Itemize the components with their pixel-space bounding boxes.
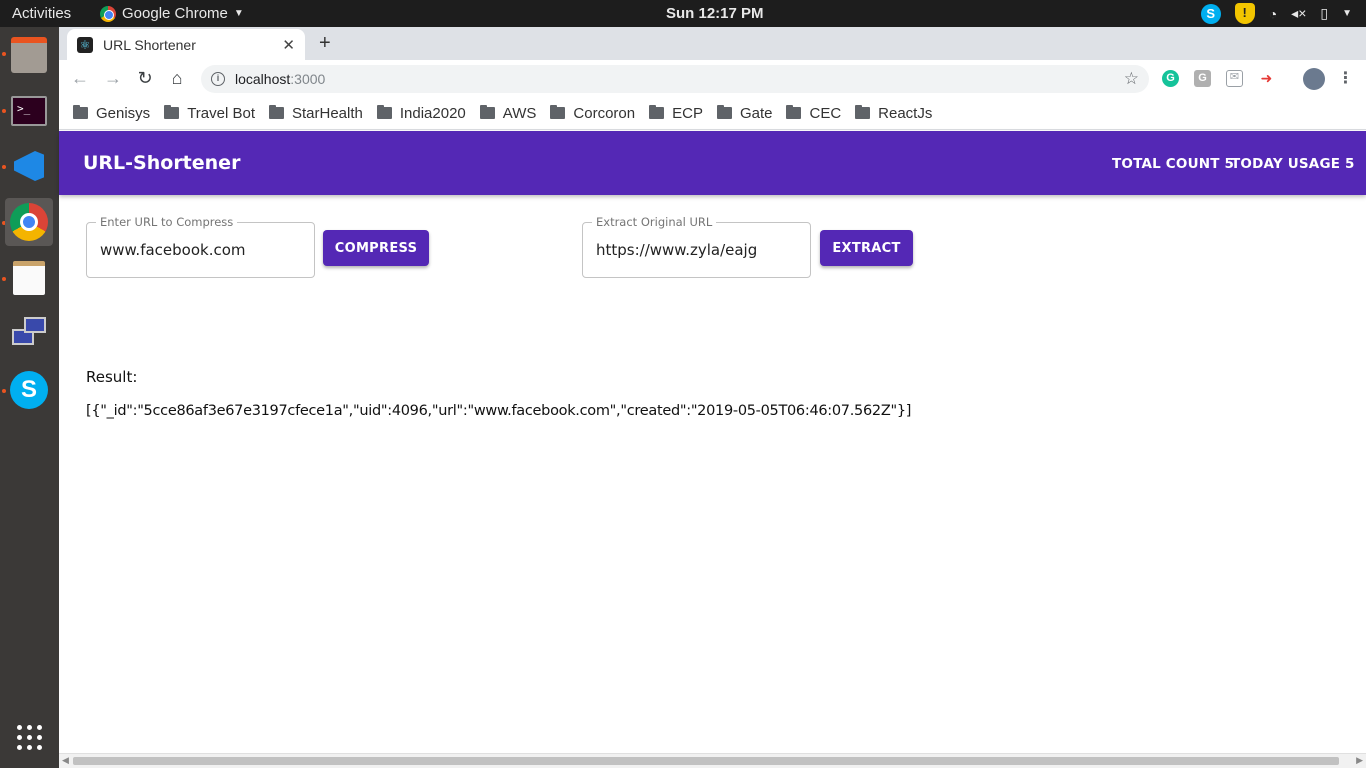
app-title: URL-Shortener	[83, 152, 241, 174]
wifi-icon[interactable]: ◔	[1269, 6, 1277, 22]
dock: >_ S	[0, 27, 59, 768]
compress-url-label: Enter URL to Compress	[96, 215, 238, 229]
bookmark-item[interactable]: AWS	[479, 104, 537, 122]
total-count-button[interactable]: TOTAL COUNT 5	[1112, 156, 1234, 172]
back-icon[interactable]: ←	[69, 68, 91, 89]
address-host: localhost	[235, 71, 291, 87]
bookmark-item[interactable]: ECP	[649, 105, 703, 122]
reload-icon[interactable]: ↻	[134, 68, 156, 89]
grammarly-icon[interactable]: G	[1162, 70, 1179, 87]
compress-url-field[interactable]: Enter URL to Compress www.facebook.com	[86, 215, 315, 278]
compress-button[interactable]: COMPRESS	[323, 230, 429, 266]
chrome-icon	[100, 5, 116, 22]
activities-button[interactable]: Activities	[12, 5, 71, 22]
battery-icon[interactable]: ▯	[1320, 5, 1328, 22]
extract-button[interactable]: EXTRACT	[820, 230, 913, 266]
bookmark-label: StarHealth	[292, 104, 363, 122]
react-favicon-icon: ⚛	[77, 36, 93, 53]
scrollbar-thumb[interactable]	[73, 757, 1339, 765]
bookmark-item[interactable]: Corcoron	[550, 105, 635, 122]
result-json: [{"_id":"5cce86af3e67e3197cfece1a","uid"…	[86, 403, 912, 419]
tab-url-shortener[interactable]: ⚛ URL Shortener ✕	[67, 29, 305, 60]
extract-url-field[interactable]: Extract Original URL https://www.zyla/ea…	[582, 215, 811, 278]
bookmark-item[interactable]: Genisys	[73, 105, 150, 122]
mail-icon[interactable]: ✉	[1226, 70, 1243, 87]
folder-icon	[649, 105, 665, 119]
forward-icon[interactable]: →	[102, 68, 124, 89]
compress-url-value: www.facebook.com	[100, 241, 246, 259]
chevron-down-icon: ▼	[233, 8, 244, 19]
files-icon[interactable]	[5, 31, 53, 79]
extract-url-label: Extract Original URL	[592, 215, 717, 229]
tab-strip: ⚛ URL Shortener ✕ +	[59, 27, 1366, 60]
bookmark-label: CEC	[809, 104, 842, 122]
address-port: :3000	[290, 71, 326, 87]
profile-avatar[interactable]	[1303, 68, 1325, 90]
show-applications-icon[interactable]	[5, 713, 53, 761]
remote-desktop-icon[interactable]	[5, 310, 53, 358]
skype-icon[interactable]: S	[5, 366, 53, 414]
app-bar: URL-Shortener TOTAL COUNT 5 TODAY USAGE …	[59, 131, 1366, 195]
result-label: Result:	[86, 368, 138, 386]
new-tab-button[interactable]: +	[319, 32, 331, 55]
folder-icon	[73, 105, 88, 119]
bookmark-label: ReactJs	[878, 104, 933, 122]
bookmark-label: AWS	[502, 104, 537, 122]
bookmark-label: Gate	[739, 104, 773, 122]
folder-icon	[786, 105, 802, 119]
bookmark-item[interactable]: CEC	[786, 105, 841, 122]
extension-g-icon[interactable]: G	[1194, 70, 1211, 87]
text-editor-icon[interactable]	[5, 254, 53, 302]
bookmark-star-icon[interactable]: ☆	[1124, 69, 1139, 89]
page-content: URL-Shortener TOTAL COUNT 5 TODAY USAGE …	[59, 131, 1366, 753]
system-top-bar: Activities Google Chrome ▼ Sun 12:17 PM …	[0, 0, 1366, 27]
folder-icon	[164, 105, 180, 119]
bookmark-label: Travel Bot	[187, 104, 255, 122]
folder-icon	[376, 105, 392, 119]
close-tab-icon[interactable]: ✕	[282, 36, 295, 54]
bookmark-label: India2020	[399, 104, 466, 122]
today-usage-button[interactable]: TODAY USAGE 5	[1231, 156, 1355, 172]
more-menu-icon[interactable]: ⋮	[1337, 70, 1354, 87]
extension-red-icon[interactable]: ➜	[1258, 70, 1275, 87]
volume-icon[interactable]: ◂×	[1291, 5, 1306, 22]
bookmark-label: ECP	[672, 104, 703, 122]
bookmark-item[interactable]: ReactJs	[855, 105, 932, 122]
bookmark-item[interactable]: Travel Bot	[164, 105, 255, 122]
browser-toolbar: ← → ↻ ⌂ i localhost:3000 ☆ G G ✉ ➜ ⋮	[59, 60, 1366, 97]
bookmark-label: Corcoron	[573, 104, 636, 122]
bookmark-item[interactable]: StarHealth	[269, 105, 363, 122]
chevron-down-icon[interactable]: ▼	[1342, 8, 1352, 19]
extract-url-value: https://www.zyla/eajg	[596, 241, 758, 259]
skype-tray-icon[interactable]: S	[1200, 3, 1221, 24]
horizontal-scrollbar[interactable]: ◀ ▶	[59, 753, 1366, 768]
vscode-icon[interactable]	[5, 142, 53, 190]
folder-icon	[716, 105, 732, 119]
app-menu[interactable]: Google Chrome ▼	[100, 5, 244, 22]
info-icon[interactable]: i	[211, 72, 225, 86]
app-menu-label: Google Chrome	[122, 5, 228, 22]
shield-warning-icon[interactable]: !	[1234, 3, 1255, 24]
folder-icon	[269, 105, 284, 119]
tab-title: URL Shortener	[103, 36, 196, 53]
folder-icon	[550, 105, 566, 119]
terminal-icon[interactable]: >_	[5, 87, 53, 135]
system-tray[interactable]: S ! ◔ ◂× ▯ ▼	[1200, 3, 1352, 24]
home-icon[interactable]: ⌂	[166, 68, 188, 89]
clock[interactable]: Sun 12:17 PM	[666, 5, 764, 22]
bookmark-item[interactable]: India2020	[376, 104, 466, 122]
scroll-right-icon[interactable]: ▶	[1356, 755, 1363, 766]
bookmarks-bar: Genisys Travel Bot StarHealth India2020 …	[59, 97, 1366, 130]
folder-icon	[855, 105, 871, 119]
chrome-dock-icon[interactable]	[5, 198, 53, 246]
bookmark-label: Genisys	[96, 104, 151, 122]
address-bar[interactable]: i localhost:3000 ☆	[201, 65, 1149, 93]
scroll-left-icon[interactable]: ◀	[62, 755, 69, 766]
folder-icon	[479, 105, 495, 119]
bookmark-item[interactable]: Gate	[716, 104, 773, 122]
